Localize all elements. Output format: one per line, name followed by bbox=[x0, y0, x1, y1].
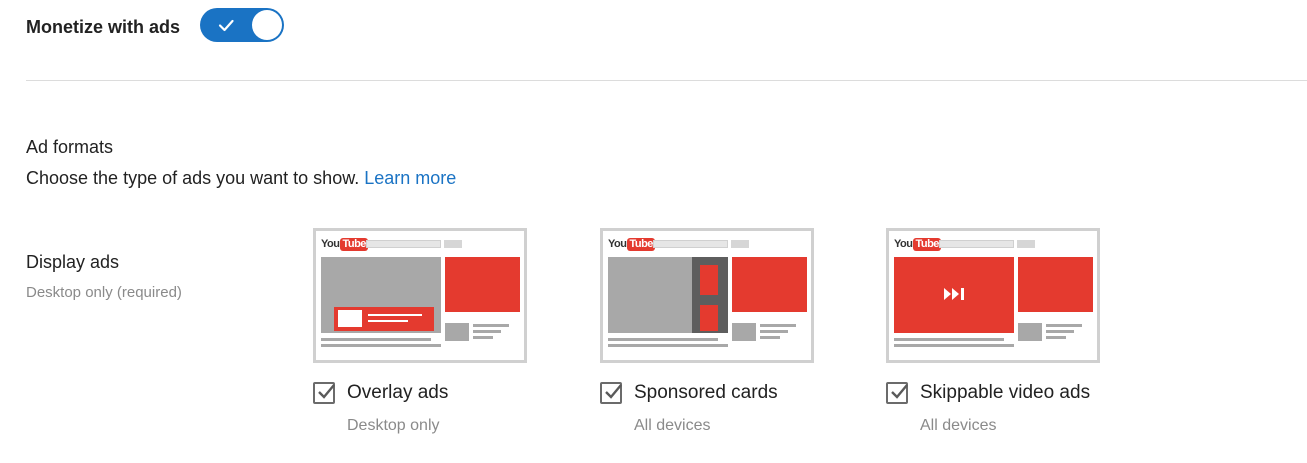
skippable-video-ads-option: Skippable video ads bbox=[886, 382, 1090, 404]
monetize-row: Monetize with ads bbox=[26, 8, 180, 46]
skippable-video-ads-checkbox[interactable] bbox=[886, 382, 908, 404]
sponsored-cards-option: Sponsored cards bbox=[600, 382, 778, 404]
skippable-video-ads-label: Skippable video ads bbox=[920, 382, 1091, 403]
format-skippable-video-ads: You Tube Skippable video ads All devices bbox=[886, 228, 1100, 434]
check-icon bbox=[218, 19, 234, 32]
skippable-video-ads-sub: All devices bbox=[920, 417, 997, 434]
card-strip bbox=[692, 257, 728, 333]
ad-formats-description: Choose the type of ads you want to show.… bbox=[26, 168, 456, 189]
sponsored-cards-label: Sponsored cards bbox=[634, 382, 778, 403]
check-icon bbox=[318, 384, 335, 399]
sponsored-cards-illustration: You Tube bbox=[600, 228, 814, 363]
format-sponsored-cards: You Tube Sponsored cards All devices bbox=[600, 228, 814, 434]
display-ads-subtitle: Desktop only (required) bbox=[26, 284, 182, 301]
toggle-knob bbox=[252, 10, 282, 40]
skip-forward-icon bbox=[944, 288, 964, 300]
overlay-ads-label: Overlay ads bbox=[347, 382, 449, 403]
monetize-toggle[interactable] bbox=[200, 8, 284, 42]
format-overlay-ads: You Tube Overlay ads Desktop only bbox=[313, 228, 527, 434]
sponsored-cards-checkbox[interactable] bbox=[600, 382, 622, 404]
youtube-logo: You Tube bbox=[608, 237, 655, 251]
ad-formats-title: Ad formats bbox=[26, 137, 114, 157]
overlay-ads-option: Overlay ads bbox=[313, 382, 448, 404]
video-ad bbox=[894, 257, 1014, 333]
learn-more-link[interactable]: Learn more bbox=[364, 168, 456, 188]
overlay-ads-checkbox[interactable] bbox=[313, 382, 335, 404]
monetize-label: Monetize with ads bbox=[26, 16, 181, 37]
sponsored-cards-sub: All devices bbox=[634, 417, 711, 434]
divider bbox=[26, 80, 1307, 81]
ad-formats-description-text: Choose the type of ads you want to show. bbox=[26, 168, 360, 188]
check-icon bbox=[605, 384, 622, 399]
youtube-logo: You Tube bbox=[321, 237, 368, 251]
check-icon bbox=[891, 384, 908, 399]
display-ads-title: Display ads bbox=[26, 252, 120, 272]
overlay-ads-sub: Desktop only bbox=[347, 417, 440, 434]
skippable-video-ads-illustration: You Tube bbox=[886, 228, 1100, 363]
youtube-logo: You Tube bbox=[894, 237, 941, 251]
overlay-ads-illustration: You Tube bbox=[313, 228, 527, 363]
